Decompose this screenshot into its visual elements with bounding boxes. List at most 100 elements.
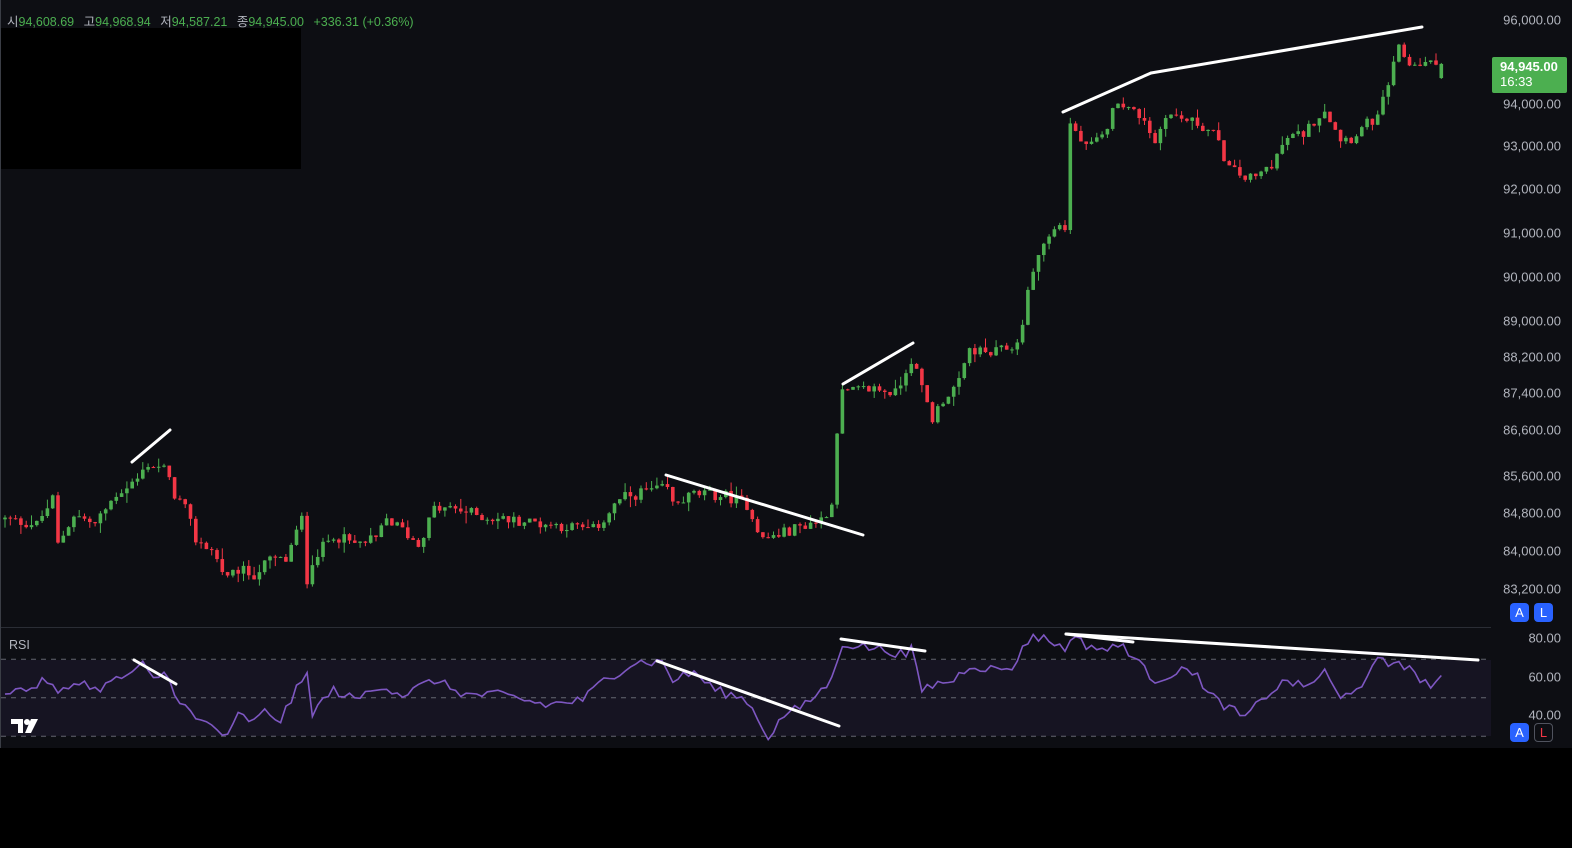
candle: [1158, 126, 1163, 151]
candle-body: [660, 484, 664, 486]
price-tick-label: 88,200.00: [1503, 349, 1561, 365]
log-scale-button[interactable]: L: [1534, 603, 1553, 622]
candle-body: [830, 504, 834, 518]
candle: [1365, 116, 1369, 130]
candle: [3, 515, 7, 528]
candle: [1275, 153, 1279, 171]
candle: [1057, 222, 1062, 231]
candle-body: [755, 519, 760, 533]
candle: [1254, 173, 1258, 180]
candle-body: [909, 363, 914, 374]
candle-body: [1026, 289, 1030, 325]
candle-body: [1084, 141, 1088, 144]
candle-body: [1428, 60, 1433, 62]
candle: [262, 560, 267, 575]
candle: [1116, 103, 1120, 109]
rsi-auto-scale-button[interactable]: A: [1510, 723, 1529, 742]
candle-body: [527, 518, 532, 523]
candle: [771, 531, 776, 539]
tradingview-logo-icon[interactable]: [11, 717, 43, 740]
candle-body: [591, 524, 596, 528]
candle-body: [82, 516, 87, 519]
candle-body: [814, 522, 818, 524]
candle: [82, 513, 87, 522]
trendline[interactable]: [841, 341, 915, 386]
candle-body: [554, 523, 558, 526]
candle: [607, 511, 611, 526]
candle-body: [236, 569, 240, 574]
candle-body: [501, 516, 505, 519]
candle-body: [872, 386, 876, 392]
candle-body: [215, 550, 219, 560]
candle-body: [962, 363, 967, 379]
ohlc-legend: 시94,608.69 고94,968.94 저94,587.21 종94,945…: [7, 11, 420, 30]
candle-body: [77, 516, 81, 518]
candle-body: [252, 575, 256, 580]
candle-body: [1370, 118, 1375, 125]
candle-body: [803, 525, 808, 529]
candle-body: [1301, 131, 1306, 137]
candle: [1142, 107, 1147, 126]
candle-body: [1036, 255, 1041, 272]
candle-body: [88, 518, 92, 523]
candle: [194, 516, 198, 546]
candle: [432, 501, 437, 518]
candle-body: [1227, 161, 1232, 166]
auto-scale-button[interactable]: A: [1510, 603, 1529, 622]
candle-body: [257, 572, 262, 580]
candle-body: [278, 556, 283, 558]
trendline[interactable]: [130, 428, 172, 464]
candle: [1010, 347, 1014, 354]
candle: [390, 518, 394, 526]
candle-body: [512, 516, 516, 523]
candle-body: [883, 390, 887, 392]
candle-body: [1275, 153, 1279, 169]
candle-body: [66, 527, 71, 536]
rsi-trendline[interactable]: [1064, 632, 1480, 662]
candle: [45, 499, 50, 519]
candle: [1110, 107, 1115, 131]
candle: [1020, 319, 1025, 345]
candle: [490, 518, 495, 525]
candle-body: [792, 524, 797, 536]
trendline[interactable]: [1061, 71, 1153, 114]
candle: [1015, 338, 1020, 356]
candle: [845, 388, 850, 391]
candle: [347, 533, 352, 544]
candle: [135, 473, 140, 486]
candle: [268, 555, 272, 569]
chart-container[interactable]: 시94,608.69 고94,968.94 저94,587.21 종94,945…: [0, 0, 1572, 748]
candle-body: [612, 503, 617, 514]
candle-body: [453, 506, 458, 509]
price-tick-label: 86,600.00: [1503, 422, 1561, 438]
candle-body: [1418, 64, 1422, 66]
candle-body: [1333, 122, 1338, 130]
candle-body: [607, 513, 611, 523]
candle: [215, 548, 219, 563]
candle-body: [930, 402, 935, 423]
candle: [930, 401, 935, 424]
rsi-log-scale-button[interactable]: L: [1534, 723, 1553, 742]
candle-body: [1354, 136, 1359, 144]
candle: [278, 556, 283, 558]
candle-body: [549, 524, 553, 526]
candle-body: [1413, 64, 1417, 66]
candle: [93, 521, 97, 527]
candle: [766, 532, 770, 539]
candle: [877, 383, 882, 393]
candle: [623, 483, 627, 501]
candle-body: [628, 492, 633, 497]
trendline-drawings[interactable]: [130, 25, 1480, 728]
candle: [628, 486, 633, 508]
candle-body: [824, 517, 829, 519]
candle-body: [8, 517, 13, 519]
candle-body: [851, 386, 855, 390]
candle: [257, 564, 262, 586]
trendline[interactable]: [1149, 25, 1424, 75]
candle-body: [1254, 173, 1258, 177]
candle-body: [1349, 137, 1353, 144]
candle-body: [209, 549, 214, 551]
candle: [331, 537, 336, 543]
candle-body: [559, 523, 564, 532]
candle-body: [390, 518, 394, 526]
